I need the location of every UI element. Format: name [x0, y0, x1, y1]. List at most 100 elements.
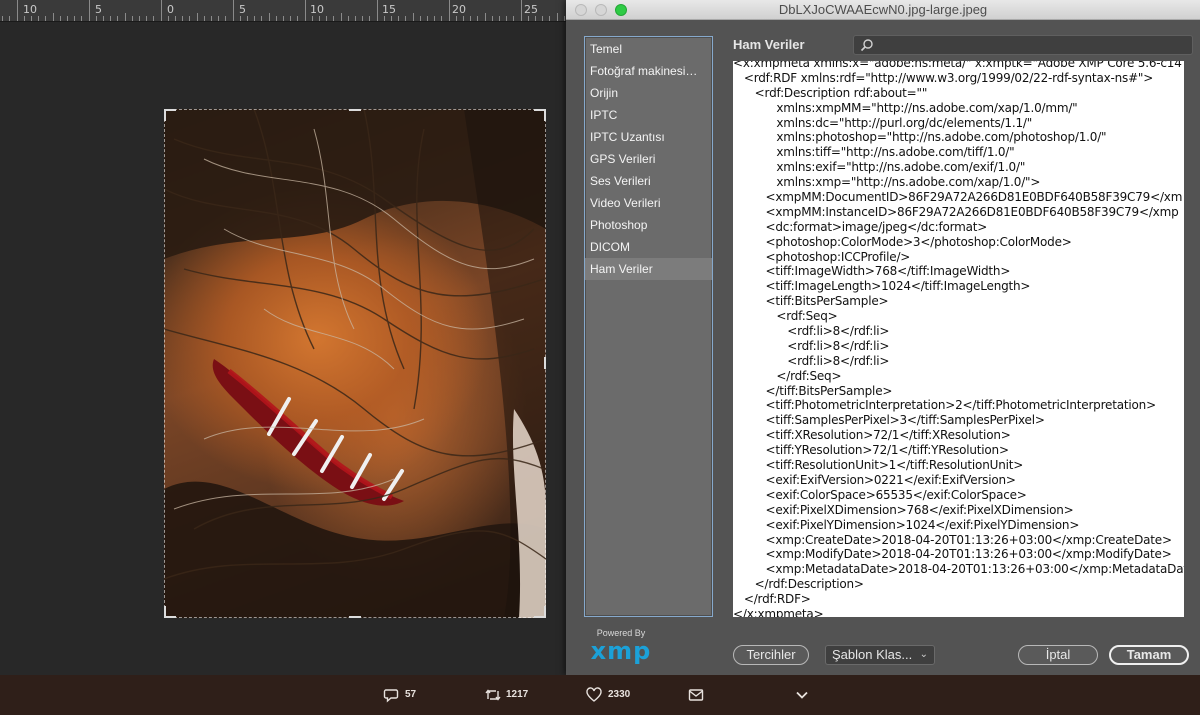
xml-line: <rdf:li>8</rdf:li>	[733, 324, 890, 339]
retweet-icon	[485, 689, 501, 701]
retweet-count: 1217	[506, 689, 529, 700]
title-bar[interactable]: DbLXJoCWAAEcwN0.jpg-large.jpeg	[566, 0, 1200, 20]
ruler-tick	[326, 16, 327, 21]
xml-line: <tiff:BitsPerSample>	[733, 294, 889, 309]
xml-line: <exif:PixelYDimension>1024</exif:PixelYD…	[733, 517, 1080, 532]
reply-count: 57	[405, 689, 417, 700]
ruler-tick	[175, 16, 176, 21]
xml-line: <rdf:li>8</rdf:li>	[733, 353, 890, 368]
search-icon	[860, 39, 873, 52]
sidebar-item-dicom[interactable]: DICOM	[585, 236, 712, 258]
sidebar-item-raw-data[interactable]: Ham Veriler	[585, 258, 712, 280]
sidebar-item-audio[interactable]: Ses Verileri	[585, 170, 712, 192]
ruler-tick	[132, 16, 133, 21]
ruler-tick	[456, 16, 457, 21]
ruler-tick	[377, 0, 378, 21]
sidebar-item-iptc[interactable]: IPTC	[585, 104, 712, 126]
search-field[interactable]	[853, 35, 1193, 55]
ruler-tick	[161, 0, 162, 21]
ruler-tick	[369, 16, 370, 21]
transform-handle-top-left[interactable]	[164, 109, 176, 121]
ruler-tick	[31, 16, 32, 21]
ruler-label: 10	[23, 3, 37, 16]
raw-xml-view[interactable]: <x:xmpmeta xmlns:x="adobe:ns:meta/" x:xm…	[733, 61, 1184, 617]
transform-handle-top-right[interactable]	[534, 109, 546, 121]
ruler-label: 5	[239, 3, 246, 16]
xml-line: xmlns:xmp="http://ns.adobe.com/xap/1.0/"…	[733, 175, 1041, 190]
xml-line: xmlns:tiff="http://ns.adobe.com/tiff/1.0…	[733, 145, 1015, 160]
ruler-tick	[110, 16, 111, 21]
ruler-tick	[197, 13, 198, 21]
transform-handle-right[interactable]	[542, 357, 546, 369]
ruler-label: 5	[95, 3, 102, 16]
ruler-tick	[153, 16, 154, 21]
ok-button[interactable]: Tamam	[1109, 645, 1189, 665]
sidebar-item-video[interactable]: Video Verileri	[585, 192, 712, 214]
ruler-tick	[9, 16, 10, 21]
xml-line: xmlns:photoshop="http://ns.adobe.com/pho…	[733, 130, 1107, 145]
ruler-tick	[528, 16, 529, 21]
preferences-button[interactable]: Tercihler	[733, 645, 809, 665]
sidebar-item-origin[interactable]: Orijin	[585, 82, 712, 104]
xml-line: <xmp:ModifyDate>2018-04-20T01:13:26+03:0…	[733, 547, 1172, 562]
ruler-tick	[341, 13, 342, 21]
reply-icon	[383, 689, 399, 703]
ruler-tick	[233, 0, 234, 21]
xml-line: <rdf:Seq>	[733, 309, 838, 324]
template-folder-select[interactable]: Şablon Klas... ⌄	[825, 645, 935, 665]
ruler-tick	[384, 16, 385, 21]
ruler-tick	[549, 16, 550, 21]
xml-line: </rdf:RDF>	[733, 592, 811, 607]
category-sidebar: Temel Fotoğraf makinesi… Orijin IPTC IPT…	[584, 36, 713, 617]
ruler-tick	[96, 16, 97, 21]
transform-handle-top[interactable]	[349, 109, 361, 113]
sidebar-item-camera[interactable]: Fotoğraf makinesi…	[585, 60, 712, 82]
ruler-tick	[513, 16, 514, 21]
image-canvas[interactable]	[164, 109, 546, 618]
transform-handle-bottom-right[interactable]	[534, 606, 546, 618]
transform-handle-bottom-left[interactable]	[164, 606, 176, 618]
xml-line: <xmp:MetadataDate>2018-04-20T01:13:26+03…	[733, 562, 1184, 577]
ruler-tick	[427, 16, 428, 21]
sidebar-item-iptc-extension[interactable]: IPTC Uzantısı	[585, 126, 712, 148]
ruler-tick	[81, 16, 82, 21]
ruler-tick	[312, 16, 313, 21]
ruler-tick	[564, 16, 565, 21]
ruler-tick	[362, 16, 363, 21]
xml-line: <tiff:ImageLength>1024</tiff:ImageLength…	[733, 279, 1031, 294]
search-input[interactable]	[878, 37, 1178, 53]
file-info-dialog: DbLXJoCWAAEcwN0.jpg-large.jpeg Temel Fot…	[566, 0, 1200, 675]
xml-line: <exif:PixelXDimension>768</exif:PixelXDi…	[733, 502, 1074, 517]
ruler-tick	[204, 16, 205, 21]
ruler-tick	[557, 13, 558, 21]
window-title: DbLXJoCWAAEcwN0.jpg-large.jpeg	[778, 2, 988, 17]
ruler-tick	[398, 16, 399, 21]
ruler-tick	[189, 16, 190, 21]
xml-line: xmlns:dc="http://purl.org/dc/elements/1.…	[733, 115, 1033, 130]
ruler-tick	[67, 16, 68, 21]
xml-line: <tiff:ImageWidth>768</tiff:ImageWidth>	[733, 264, 1011, 279]
xml-line: </tiff:BitsPerSample>	[733, 383, 893, 398]
chevron-down-icon	[796, 691, 808, 699]
ruler-tick	[125, 13, 126, 21]
ruler-tick	[348, 16, 349, 21]
ruler-tick	[24, 16, 25, 21]
ruler-tick	[276, 16, 277, 21]
xml-line: <dc:format>image/jpeg</dc:format>	[733, 219, 988, 234]
xml-line: <tiff:PhotometricInterpretation>2</tiff:…	[733, 398, 1157, 413]
sidebar-item-gps[interactable]: GPS Verileri	[585, 148, 712, 170]
horizontal-ruler[interactable]: 10 5 0 5 10 15 20 25	[0, 0, 570, 22]
ruler-tick	[333, 16, 334, 21]
xml-line: <photoshop:ICCProfile/>	[733, 249, 911, 264]
sidebar-item-photoshop[interactable]: Photoshop	[585, 214, 712, 236]
cancel-button[interactable]: İptal	[1018, 645, 1098, 665]
photoshop-canvas-area: 10 5 0 5 10 15 20 25	[0, 0, 570, 675]
ruler-tick	[89, 0, 90, 21]
ruler-label: 0	[167, 3, 174, 16]
ruler-tick	[269, 13, 270, 21]
xml-line: <rdf:RDF xmlns:rdf="http://www.w3.org/19…	[733, 70, 1154, 85]
ruler-tick	[542, 16, 543, 21]
sidebar-item-temel[interactable]: Temel	[585, 38, 712, 60]
transform-handle-bottom[interactable]	[349, 614, 361, 618]
ruler-tick	[319, 16, 320, 21]
